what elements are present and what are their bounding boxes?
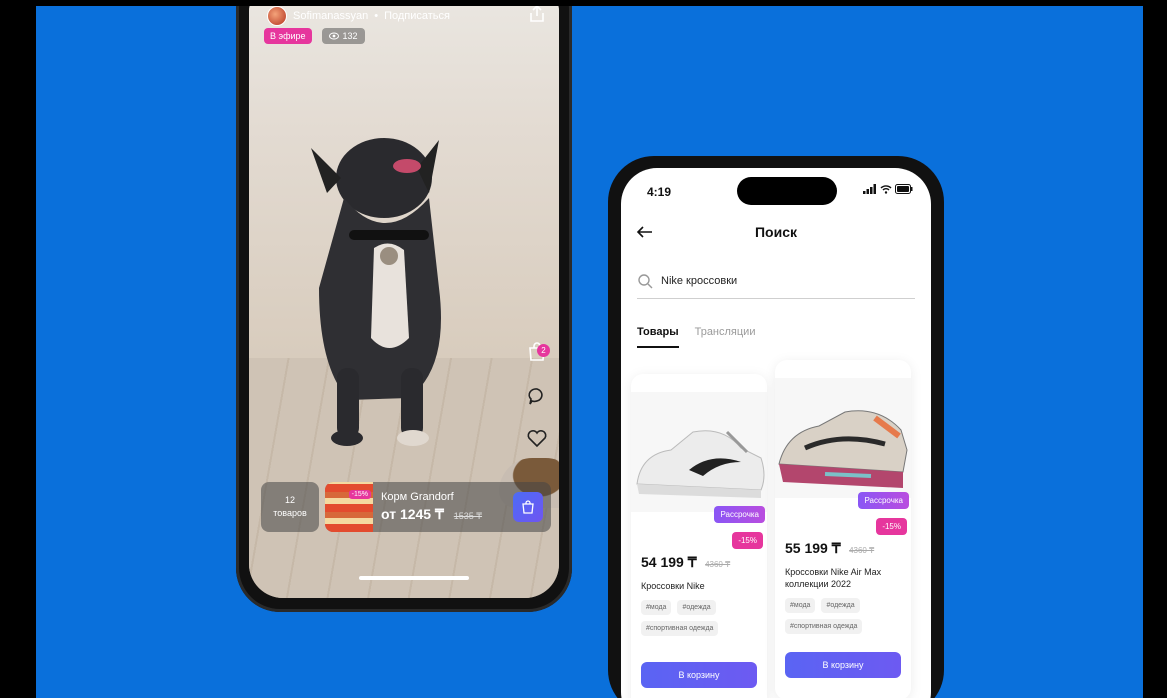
products-bar: 12 товаров -15% Корм Grandorf от 1245 ₸ …	[261, 482, 551, 532]
tag[interactable]: #одежда	[821, 598, 860, 613]
live-badge: В эфире	[264, 28, 312, 44]
battery-icon	[895, 184, 913, 194]
product-price: 54 199 ₸	[641, 554, 697, 570]
status-time: 4:19	[647, 185, 672, 199]
live-stream-screen: Sofimanassyan • Подписаться В эфире 132	[249, 6, 559, 598]
search-input[interactable]: Nike кроссовки	[637, 264, 915, 299]
installment-badge: Рассрочка	[714, 506, 765, 523]
background: Sofimanassyan • Подписаться В эфире 132	[36, 6, 1143, 698]
colorful-sneaker-image	[775, 378, 911, 498]
product-card[interactable]: Рассрочка -15% 54 199 ₸ 4360 ₸ Кроссовки…	[631, 374, 767, 698]
discount-badge: -15%	[876, 518, 907, 535]
shopping-bag-icon	[522, 500, 534, 514]
add-to-cart-button[interactable]: В корзину	[785, 652, 901, 678]
results-tabs: Товары Трансляции	[637, 326, 755, 348]
discount-badge: -15%	[348, 490, 371, 499]
wifi-icon	[880, 185, 892, 194]
heart-icon[interactable]	[525, 426, 549, 450]
product-old-price: 4360 ₸	[705, 560, 731, 569]
products-count-button[interactable]: 12 товаров	[261, 482, 319, 532]
products-count-label: товаров	[273, 508, 307, 518]
products-count: 12	[284, 495, 295, 505]
eye-icon	[328, 32, 339, 40]
discount-badge: -15%	[732, 532, 763, 549]
viewers-count: 132	[342, 31, 358, 41]
add-to-cart-button[interactable]	[513, 492, 543, 522]
product-price: от 1245 ₸	[381, 506, 444, 522]
tag[interactable]: #мода	[785, 598, 816, 613]
product-old-price: 1535 ₸	[453, 511, 483, 521]
avatar[interactable]	[267, 6, 287, 26]
share-icon[interactable]	[527, 6, 547, 24]
white-sneaker-image	[631, 392, 767, 512]
status-icons	[863, 184, 913, 194]
product-name: Кроссовки Nike Air Max коллекции 2022	[785, 567, 882, 589]
installment-badge: Рассрочка	[858, 492, 909, 509]
cart-count-badge: 2	[537, 344, 550, 357]
username[interactable]: Sofimanassyan	[293, 10, 368, 22]
add-to-cart-button[interactable]: В корзину	[641, 662, 757, 688]
phone-search: 4:19 Поиск Nike кроссовки Товары Трансля…	[608, 156, 944, 698]
product-price: 55 199 ₸	[785, 540, 841, 556]
tag[interactable]: #спортивная одежда	[641, 621, 719, 636]
tag[interactable]: #спортивная одежда	[785, 619, 863, 634]
home-indicator	[359, 576, 469, 580]
signal-icon	[863, 184, 876, 194]
product-thumbnail: -15%	[325, 482, 373, 532]
product-name: Корм Grandorf	[381, 491, 454, 503]
tab-streams[interactable]: Трансляции	[695, 326, 756, 348]
stream-header: Sofimanassyan • Подписаться	[267, 6, 450, 26]
dynamic-island	[737, 177, 837, 205]
page-title: Поиск	[754, 224, 797, 240]
phone-live-stream: Sofimanassyan • Подписаться В эфире 132	[236, 6, 572, 612]
tag[interactable]: #одежда	[677, 600, 716, 615]
product-name: Кроссовки Nike	[641, 581, 705, 591]
viewers-badge: 132	[321, 28, 365, 44]
tag[interactable]: #мода	[641, 600, 672, 615]
search-screen: 4:19 Поиск Nike кроссовки Товары Трансля…	[621, 168, 931, 698]
product-card[interactable]: Рассрочка -15% 55 199 ₸ 4360 ₸ Кроссовки…	[775, 360, 911, 698]
search-icon	[638, 274, 653, 289]
featured-product-card[interactable]: -15% Корм Grandorf от 1245 ₸ 1535 ₸	[325, 482, 551, 532]
dog-image	[311, 138, 441, 446]
search-query: Nike кроссовки	[661, 275, 738, 287]
follow-button[interactable]: Подписаться	[384, 10, 450, 22]
tab-products[interactable]: Товары	[637, 326, 679, 348]
separator: •	[374, 10, 379, 22]
product-old-price: 4360 ₸	[849, 546, 875, 555]
chat-icon[interactable]	[525, 384, 549, 408]
